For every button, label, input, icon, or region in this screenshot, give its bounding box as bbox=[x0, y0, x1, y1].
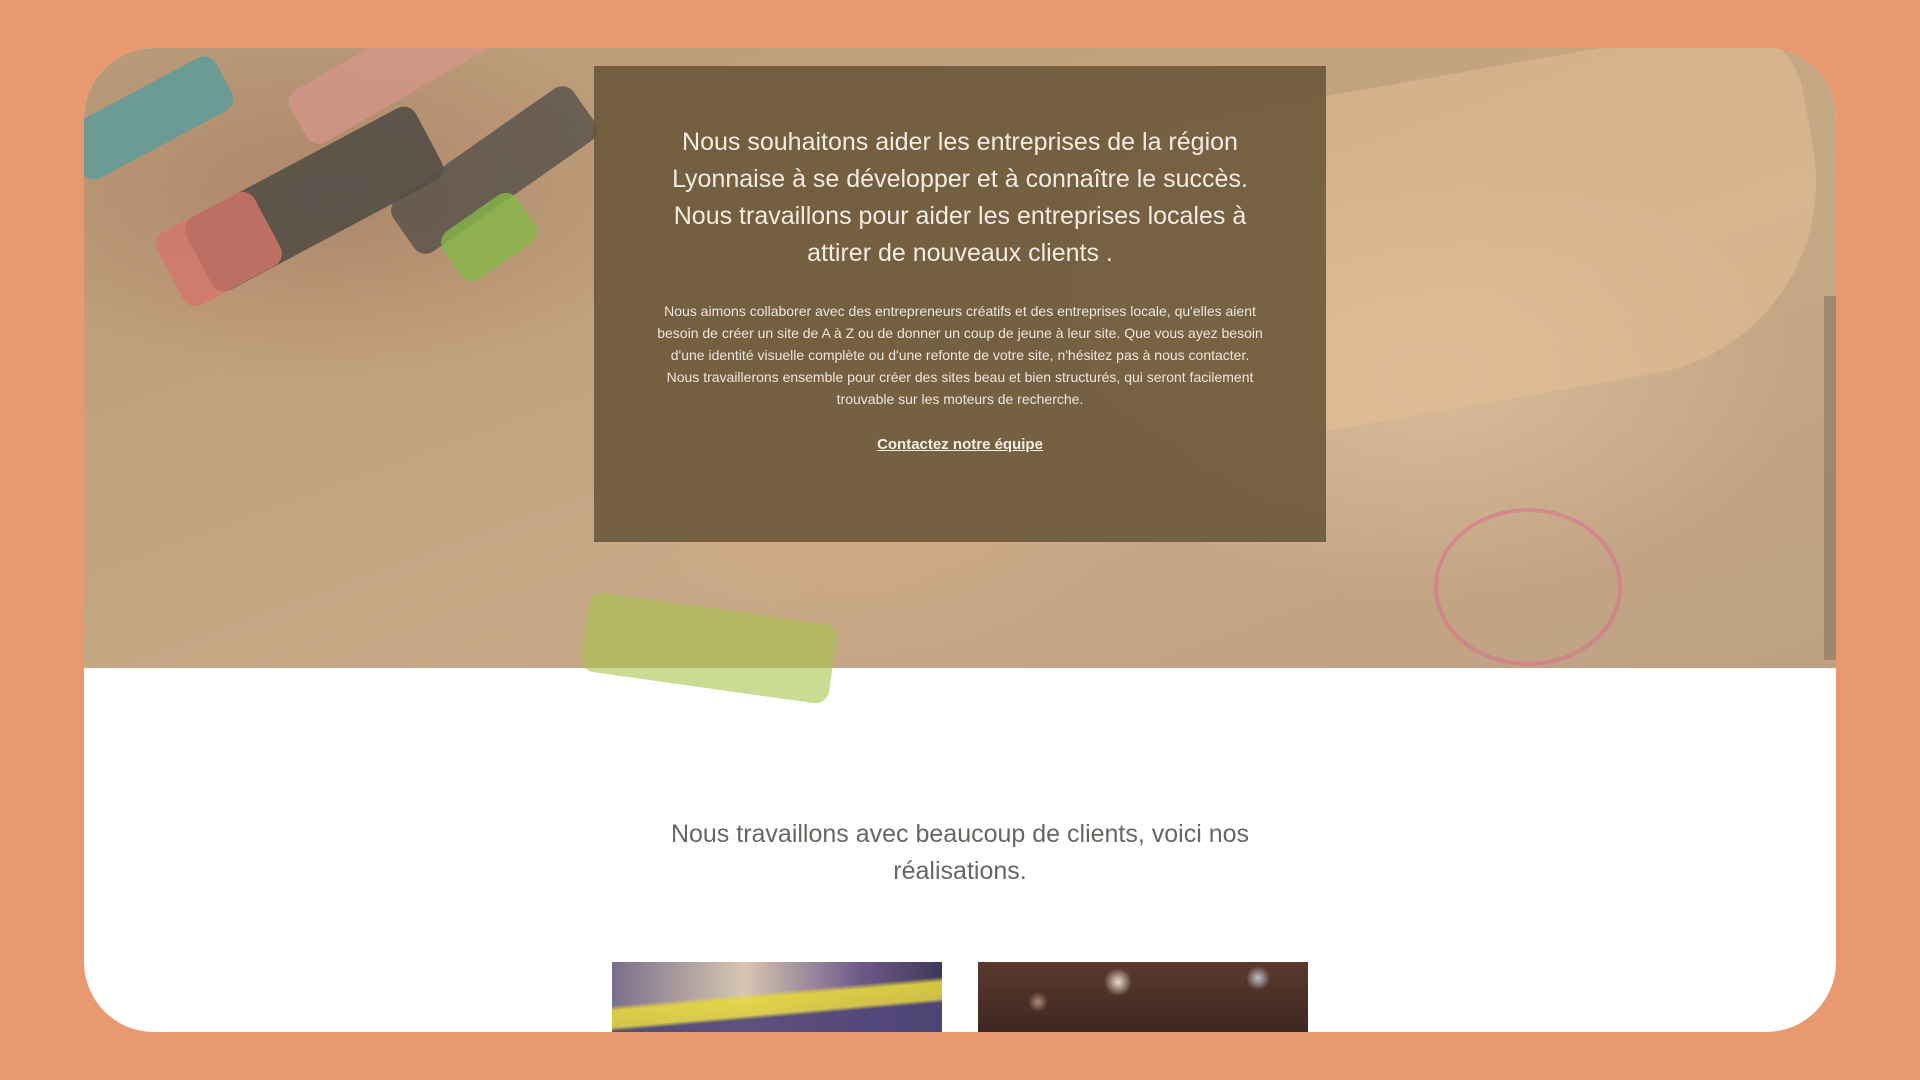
hero-section: Nous souhaitons aider les entreprises de… bbox=[84, 48, 1836, 706]
hero-photo-sketch bbox=[1434, 508, 1622, 666]
clients-heading: Nous travaillons avec beaucoup de client… bbox=[670, 820, 1250, 885]
contact-team-link[interactable]: Contactez notre équipe bbox=[877, 436, 1043, 453]
browser-viewport: Nous souhaitons aider les entreprises de… bbox=[84, 48, 1836, 1032]
hero-headline: Nous souhaitons aider les entreprises de… bbox=[672, 128, 1248, 267]
hero-text-panel: Nous souhaitons aider les entreprises de… bbox=[594, 66, 1326, 542]
clients-section: Nous travaillons avec beaucoup de client… bbox=[84, 816, 1836, 890]
portfolio-thumbnail[interactable] bbox=[612, 962, 942, 1032]
scrollbar[interactable] bbox=[1824, 296, 1836, 660]
portfolio-thumbnail[interactable] bbox=[978, 962, 1308, 1032]
hero-description: Nous aimons collaborer avec des entrepre… bbox=[657, 303, 1263, 407]
hero-photo-sticky-note bbox=[579, 590, 839, 706]
hero-photo-marker bbox=[84, 51, 239, 185]
